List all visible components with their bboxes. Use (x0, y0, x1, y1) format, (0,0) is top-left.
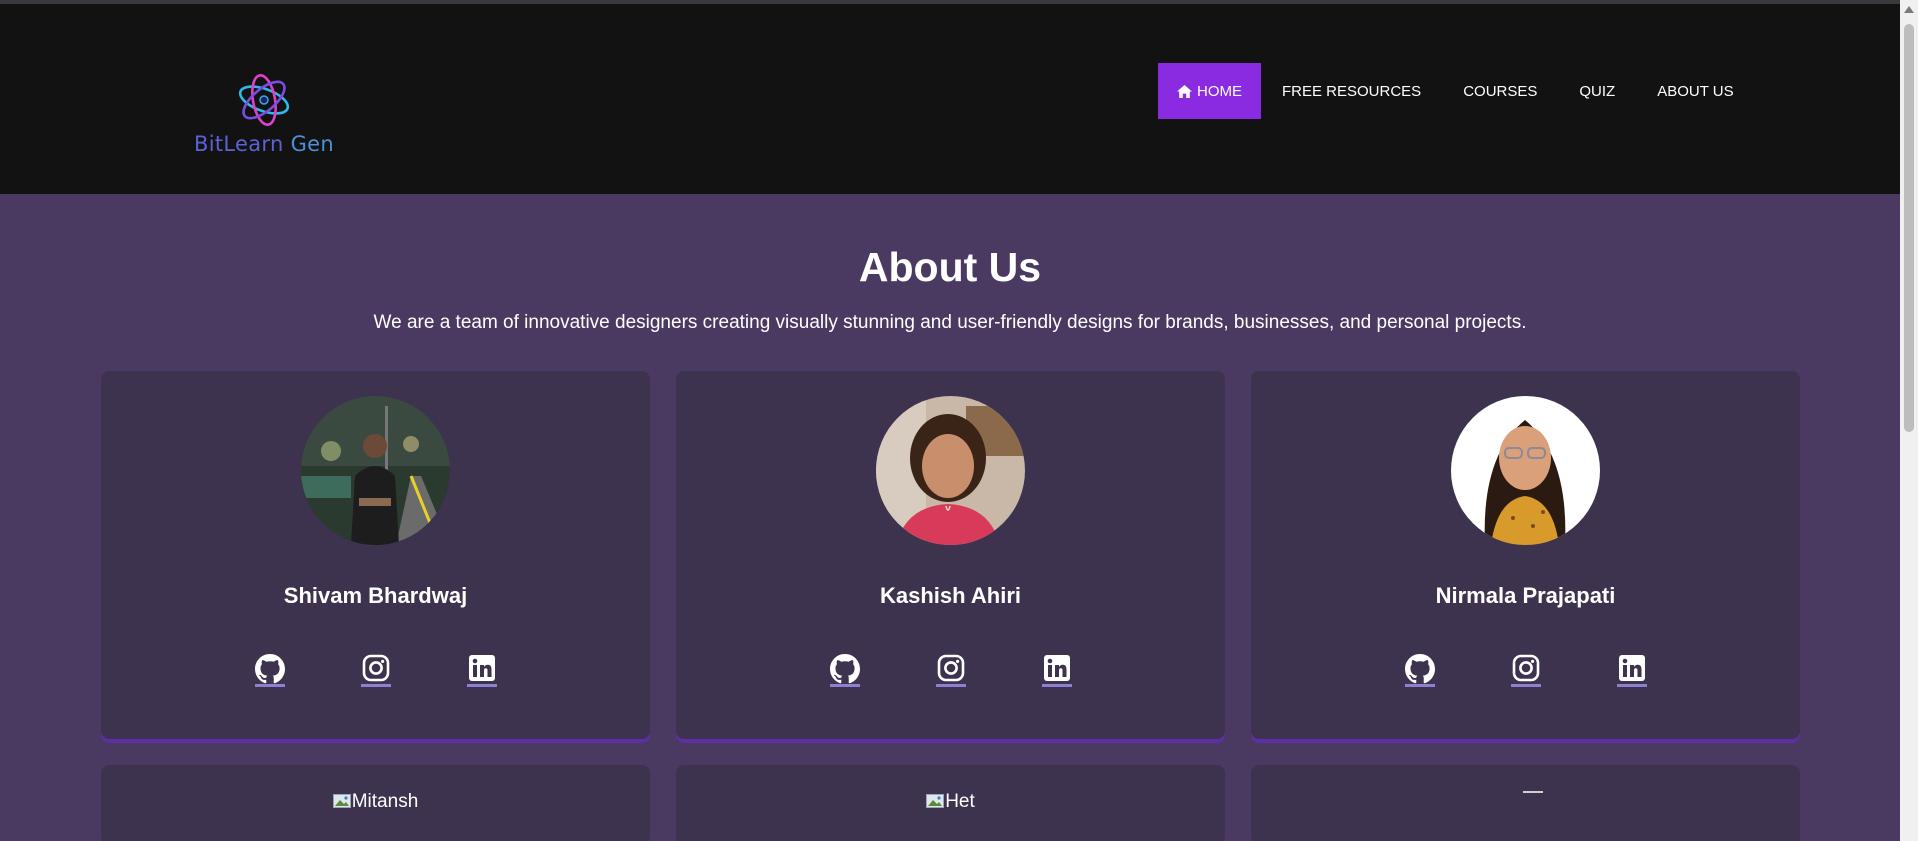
broken-image-icon (926, 792, 945, 808)
github-icon (254, 654, 285, 684)
nav-courses-label: COURSES (1463, 82, 1538, 100)
team-card: Mitansh (101, 765, 650, 841)
github-link[interactable] (829, 654, 860, 687)
page-scrollbar[interactable] (1900, 0, 1918, 841)
brand-logo[interactable]: BitLearn Gen (190, 70, 338, 166)
nav-home-label: HOME (1197, 82, 1242, 100)
nav-quiz-label: QUIZ (1579, 82, 1616, 100)
avatar (1451, 396, 1600, 545)
broken-avatar: Het (676, 791, 1225, 813)
scroll-up-arrow-icon[interactable] (1904, 6, 1914, 13)
avatar (876, 396, 1025, 545)
member-name: Shivam Bhardwaj (283, 583, 468, 608)
page-subtitle: We are a team of innovative designers cr… (373, 312, 1527, 333)
github-link[interactable] (254, 654, 285, 687)
instagram-icon (1512, 654, 1539, 682)
main-nav: HOME FREE RESOURCES COURSES QUIZ ABOUT U… (1158, 63, 1755, 119)
nav-home[interactable]: HOME (1158, 63, 1261, 119)
home-icon (1177, 84, 1192, 98)
instagram-icon (362, 654, 389, 682)
brand-name: BitLearn Gen (194, 132, 334, 156)
page-title: About Us (858, 244, 1042, 290)
github-icon (1404, 654, 1435, 684)
linkedin-link[interactable] (466, 654, 497, 687)
linkedin-link[interactable] (1041, 654, 1072, 687)
social-links (1251, 654, 1800, 687)
team-card: Kashish Ahiri (676, 371, 1225, 739)
nav-courses[interactable]: COURSES (1442, 63, 1558, 119)
instagram-link[interactable] (935, 654, 966, 687)
nav-about-us[interactable]: ABOUT US (1636, 63, 1754, 119)
github-icon (829, 654, 860, 684)
nav-free-resources-label: FREE RESOURCES (1282, 82, 1422, 100)
instagram-icon (937, 654, 964, 682)
linkedin-icon (1618, 655, 1645, 681)
team-card: Nirmala Prajapati (1251, 371, 1800, 739)
team-card: Shivam Bhardwaj (101, 371, 650, 739)
atom-logo-icon (238, 74, 290, 126)
avatar-placeholder (1523, 791, 1543, 793)
instagram-link[interactable] (360, 654, 391, 687)
instagram-link[interactable] (1510, 654, 1541, 687)
member-name: Kashish Ahiri (880, 583, 1021, 608)
nav-quiz[interactable]: QUIZ (1558, 63, 1636, 119)
nav-free-resources[interactable]: FREE RESOURCES (1261, 63, 1442, 119)
linkedin-icon (1043, 655, 1070, 681)
scrollbar-thumb[interactable] (1904, 24, 1914, 432)
avatar (301, 396, 450, 545)
linkedin-icon (468, 655, 495, 681)
github-link[interactable] (1404, 654, 1435, 687)
team-card: Het (676, 765, 1225, 841)
social-links (101, 654, 650, 687)
nav-about-us-label: ABOUT US (1657, 82, 1734, 100)
site-header: BitLearn Gen HOME FREE RESOURCES COURSES… (0, 4, 1900, 194)
social-links (676, 654, 1225, 687)
member-name: Nirmala Prajapati (1435, 583, 1616, 608)
broken-avatar: Mitansh (101, 791, 650, 813)
broken-image-icon (332, 792, 351, 808)
linkedin-link[interactable] (1616, 654, 1647, 687)
team-card (1251, 765, 1800, 841)
